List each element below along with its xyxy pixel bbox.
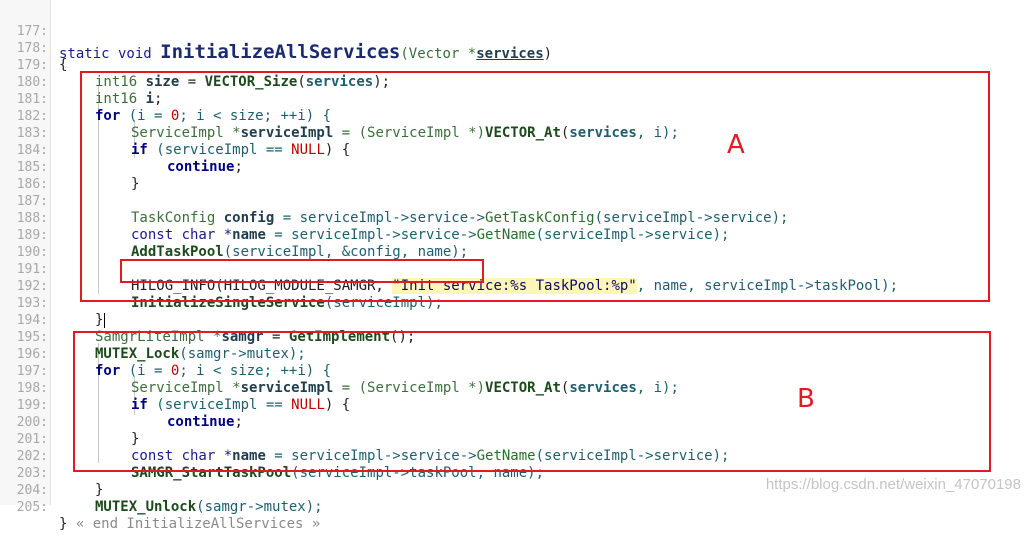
annotation-label-a: A <box>727 130 745 160</box>
code-line-177: 177: static void InitializeAllServices(V… <box>0 2 1031 62</box>
code-line-179: 179: int16 size = VECTOR_Size(services); <box>0 40 1031 90</box>
annotation-label-b: B <box>797 384 815 414</box>
code-line-195: 195: MUTEX_Lock(samgr->mutex); <box>0 312 1031 362</box>
token: MUTEX_Unlock <box>95 499 197 515</box>
line-code: MUTEX_Unlock(samgr->mutex); <box>95 499 323 516</box>
watermark: https://blog.csdn.net/weixin_47070198 <box>765 476 1021 493</box>
annotation-box-single-service <box>120 259 484 283</box>
annotation-box-b <box>73 331 991 472</box>
token: } <box>59 516 76 532</box>
line-code: } « end InitializeAllServices » <box>59 516 320 533</box>
fold-end-marker[interactable]: « end InitializeAllServices » <box>76 516 320 532</box>
code-editor[interactable]: 177: static void InitializeAllServices(V… <box>0 0 1031 532</box>
token: (samgr->mutex); <box>196 499 323 515</box>
line-number: 205: <box>16 500 48 515</box>
code-line-178: 178: { <box>0 23 1031 73</box>
